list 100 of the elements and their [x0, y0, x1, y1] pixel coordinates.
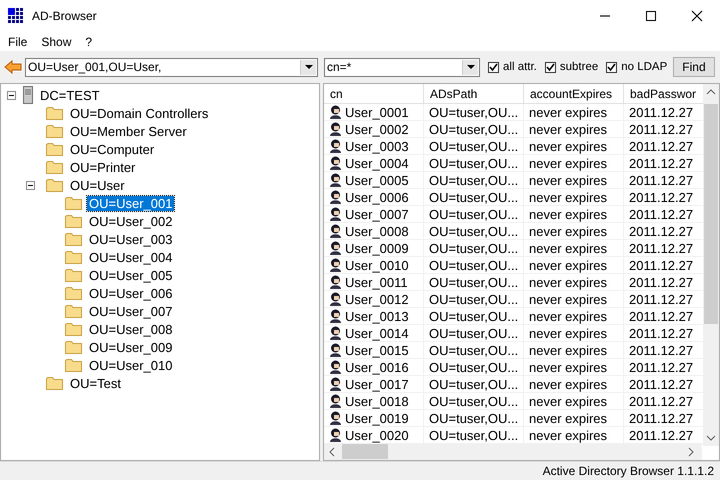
tree-item[interactable]: OU=User [68, 178, 127, 192]
table-cell: never expires [529, 274, 608, 290]
dropdown-arrow-icon [466, 65, 474, 69]
table-cell: never expires [529, 206, 608, 222]
user-icon [329, 377, 342, 391]
tree-item[interactable]: OU=User_009 [87, 340, 174, 354]
table-cell: User_0013 [345, 308, 409, 324]
close-icon[interactable] [691, 10, 703, 22]
table-cell: User_0009 [345, 240, 409, 256]
table-cell: never expires [529, 360, 608, 374]
back-arrow-icon[interactable] [4, 59, 22, 75]
user-icon [329, 105, 342, 119]
user-icon [329, 122, 342, 136]
table-cell: 2011.12.27 [629, 138, 694, 154]
maximize-icon[interactable] [645, 10, 657, 22]
folder-icon [65, 286, 82, 300]
table-cell: 2011.12.27 [629, 190, 694, 204]
folder-icon [65, 232, 82, 246]
table-cell: 2011.12.27 [629, 394, 694, 408]
tree-item[interactable]: DC=TEST [38, 88, 102, 102]
tree-item[interactable]: OU=User_008 [87, 322, 174, 336]
user-icon [329, 207, 342, 221]
tree-item[interactable]: OU=Domain Controllers [68, 106, 210, 120]
checkbox[interactable] [606, 62, 618, 72]
table-cell: 2011.12.27 [629, 410, 694, 426]
table-cell: never expires [529, 410, 608, 426]
table-cell: 2011.12.27 [629, 172, 694, 188]
table-cell: never expires [529, 104, 608, 120]
table-cell: OU=tuser,OU... [429, 376, 518, 392]
table-cell: 2011.12.27 [629, 258, 694, 272]
horizontal-scrollbar[interactable] [324, 443, 702, 460]
column-header[interactable]: accountExpires [524, 84, 624, 104]
checkbox[interactable] [544, 62, 556, 72]
vertical-scrollbar[interactable] [703, 84, 719, 446]
folder-icon [46, 160, 63, 174]
table-cell: never expires [529, 156, 608, 170]
user-icon [329, 394, 342, 408]
table-cell: User_0002 [345, 122, 409, 136]
table-cell: OU=tuser,OU... [429, 138, 518, 154]
table-cell: never expires [529, 292, 608, 306]
status-text: Active Directory Browser 1.1.1.2 [542, 464, 714, 478]
checkbox-label[interactable]: subtree [560, 61, 598, 73]
table-cell: User_0003 [345, 138, 409, 154]
checkbox[interactable] [488, 62, 499, 72]
tree-item[interactable]: OU=Test [68, 376, 123, 390]
folder-icon [65, 250, 82, 264]
menu-item[interactable]: ? [81, 34, 96, 48]
table-cell: User_0007 [345, 206, 409, 222]
dropdown-arrow-icon [304, 65, 312, 69]
user-icon [329, 190, 342, 204]
menu-item[interactable]: Show [37, 34, 76, 48]
table-cell: 2011.12.27 [629, 206, 694, 222]
table-cell: 2011.12.27 [629, 376, 694, 392]
table-cell: 2011.12.27 [629, 326, 694, 340]
tree-item[interactable]: OU=Computer [68, 142, 156, 156]
table-cell: OU=tuser,OU... [429, 122, 518, 136]
table-cell: 2011.12.27 [629, 122, 694, 136]
table-cell: User_0011 [345, 274, 408, 290]
table-cell: 2011.12.27 [629, 428, 694, 442]
table-cell: OU=tuser,OU... [429, 104, 518, 120]
collapse-toggle[interactable] [7, 90, 16, 100]
table-cell: OU=tuser,OU... [429, 292, 518, 306]
path-combo[interactable]: OU=User_001,OU=User, [25, 58, 318, 76]
filter-combo[interactable]: cn=* [324, 58, 480, 76]
table-cell: never expires [529, 122, 608, 136]
tree-item[interactable]: OU=User_010 [87, 358, 174, 372]
table-cell: OU=tuser,OU... [429, 410, 518, 426]
tree-item[interactable]: OU=User_004 [87, 250, 174, 264]
table-cell: OU=tuser,OU... [429, 326, 518, 340]
column-header[interactable]: cn [324, 84, 424, 104]
tree-item[interactable]: OU=User_006 [87, 286, 174, 300]
menu-item[interactable]: File [4, 34, 32, 48]
tree-item[interactable]: OU=User_003 [87, 232, 174, 246]
table-cell: User_0008 [345, 224, 409, 238]
user-icon [329, 275, 342, 289]
column-header[interactable]: ADsPath [424, 84, 524, 104]
tree-item[interactable]: OU=User_002 [87, 214, 174, 228]
checkbox-label[interactable]: all attr. [503, 61, 537, 73]
tree-item[interactable]: OU=Member Server [68, 124, 189, 138]
table-cell: OU=tuser,OU... [429, 258, 518, 272]
table-cell: OU=tuser,OU... [429, 308, 518, 324]
table-cell: never expires [529, 240, 608, 256]
table-cell: 2011.12.27 [629, 342, 694, 358]
table-cell: OU=tuser,OU... [429, 190, 518, 204]
server-icon [23, 86, 33, 104]
table-cell: 2011.12.27 [629, 240, 694, 256]
table-cell: never expires [529, 376, 608, 392]
tree-item[interactable]: OU=User_005 [87, 268, 174, 282]
collapse-toggle[interactable] [26, 180, 35, 190]
tree-item[interactable]: OU=Printer [68, 160, 138, 174]
checkbox-label[interactable]: no LDAP [621, 61, 668, 73]
table-cell: User_0018 [345, 394, 409, 408]
tree-item[interactable]: OU=User_007 [87, 304, 174, 318]
table-cell: never expires [529, 428, 608, 442]
tree-item[interactable]: OU=User_001 [87, 196, 174, 210]
find-button[interactable]: Find [673, 57, 715, 77]
table-cell: User_0010 [345, 258, 409, 272]
folder-icon [65, 340, 82, 354]
table-cell: OU=tuser,OU... [429, 206, 518, 222]
folder-icon [46, 376, 63, 390]
